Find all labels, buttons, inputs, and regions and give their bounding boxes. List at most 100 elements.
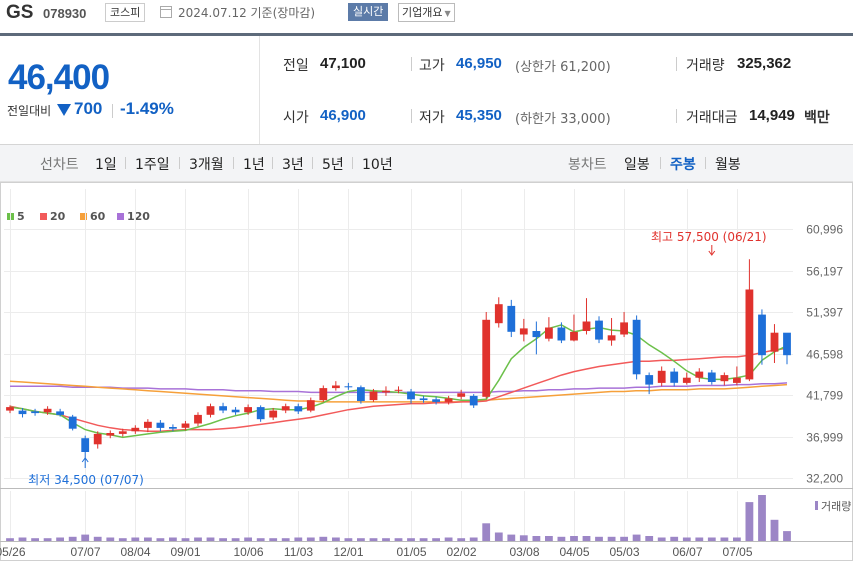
volume-bar xyxy=(783,531,791,541)
volume-bar xyxy=(118,538,127,541)
candle-body xyxy=(770,332,779,352)
volume-bar xyxy=(6,538,14,541)
candle-body xyxy=(93,433,102,445)
volume-bar xyxy=(570,536,578,541)
candle-body xyxy=(432,399,440,402)
candle-body xyxy=(256,407,265,420)
candle-body xyxy=(707,372,716,382)
candle-body xyxy=(269,410,278,418)
volume-bar xyxy=(595,536,603,541)
volume-bar xyxy=(620,536,628,541)
volume-label: 거래량 xyxy=(821,500,851,513)
volume-bar xyxy=(482,523,491,541)
candle-body xyxy=(231,409,240,413)
candle-body xyxy=(482,319,491,397)
volume-bar xyxy=(394,538,403,541)
candle-body xyxy=(332,385,340,389)
x-tick-label: 07/05 xyxy=(722,545,752,559)
candle-body xyxy=(169,427,177,429)
volume-bar xyxy=(194,537,202,541)
candle-body xyxy=(6,407,14,411)
candle-body xyxy=(444,398,453,402)
volume-bar xyxy=(632,534,641,541)
candle-body xyxy=(144,421,152,428)
volume-bar xyxy=(144,537,152,541)
volume-bar xyxy=(657,537,666,541)
candle-body xyxy=(758,314,766,356)
volume-bar xyxy=(507,534,516,541)
candle-body xyxy=(657,370,666,383)
candle-body xyxy=(507,305,516,332)
candle-body xyxy=(695,371,704,378)
volume-bar xyxy=(68,536,77,541)
volume-bar xyxy=(306,537,315,541)
x-tick-label: 03/08 xyxy=(509,545,539,559)
candle-body xyxy=(31,411,39,414)
candlestick-chart: 60,996 56,197 51,397 46,598 41,799 36,999 32,2… xyxy=(0,182,853,561)
candle-body xyxy=(106,433,115,436)
min-annotation: 최저 34,500 (07/07) xyxy=(28,473,144,487)
volume-bar xyxy=(369,538,378,541)
candle-body xyxy=(582,321,591,331)
volume-bar xyxy=(256,538,265,541)
candle-body xyxy=(645,375,654,385)
volume-bar xyxy=(682,537,691,541)
candle-body xyxy=(244,407,252,413)
volume-bar xyxy=(494,532,503,541)
y-tick-label: 32,200 xyxy=(806,472,843,486)
volume-bar xyxy=(231,538,240,541)
volume-bar xyxy=(18,537,27,541)
candle-body xyxy=(457,393,466,397)
candle-body xyxy=(281,406,290,411)
candle-body xyxy=(394,389,403,391)
volume-bar xyxy=(131,537,140,541)
candle-body xyxy=(156,422,165,428)
candle-body xyxy=(319,388,328,401)
candle-body xyxy=(131,427,140,432)
candle-body xyxy=(369,391,378,401)
volume-bar xyxy=(332,537,340,541)
volume-bar xyxy=(156,538,165,541)
candle-body xyxy=(670,371,679,383)
volume-bar xyxy=(219,538,227,541)
volume-bar xyxy=(532,536,541,541)
x-tick-label: 05/03 xyxy=(609,545,639,559)
x-tick-label: 01/05 xyxy=(396,545,426,559)
volume-bar xyxy=(457,538,466,541)
candle-body xyxy=(56,411,64,415)
candle-body xyxy=(720,375,729,382)
candle-body xyxy=(632,319,641,375)
volume-bar xyxy=(745,502,754,541)
volume-bar xyxy=(106,537,115,541)
candle-body xyxy=(382,390,390,393)
candle-body xyxy=(519,328,528,335)
volume-bar xyxy=(720,537,729,541)
volume-bar xyxy=(357,538,365,541)
candle-body xyxy=(733,377,741,383)
volume-bar xyxy=(582,536,591,541)
volume-bar xyxy=(93,536,102,541)
volume-bar xyxy=(319,536,328,541)
volume-bar xyxy=(444,537,453,541)
x-tick-label: 10/06 xyxy=(233,545,263,559)
volume-bar xyxy=(645,536,654,541)
x-tick-label: 09/01 xyxy=(170,545,200,559)
candle-body xyxy=(43,408,52,413)
candle-body xyxy=(532,331,541,338)
volume-bar xyxy=(469,537,478,541)
y-tick-label: 51,397 xyxy=(806,306,843,320)
candle-body xyxy=(570,331,578,341)
candle-body xyxy=(620,322,628,335)
candle-body xyxy=(306,400,315,411)
volume-bar xyxy=(519,535,528,541)
x-tick-label: 05/26 xyxy=(0,545,26,559)
max-annotation: 최고 57,500 (06/21) xyxy=(651,230,767,244)
candle-body xyxy=(783,332,791,356)
volume-bar xyxy=(56,537,64,541)
volume-bar xyxy=(206,537,215,541)
volume-bar xyxy=(344,538,353,541)
x-tick-label: 11/03 xyxy=(284,545,313,559)
candle-body xyxy=(745,289,754,380)
x-tick-label: 04/05 xyxy=(559,545,589,559)
y-tick-label: 46,598 xyxy=(806,348,843,362)
